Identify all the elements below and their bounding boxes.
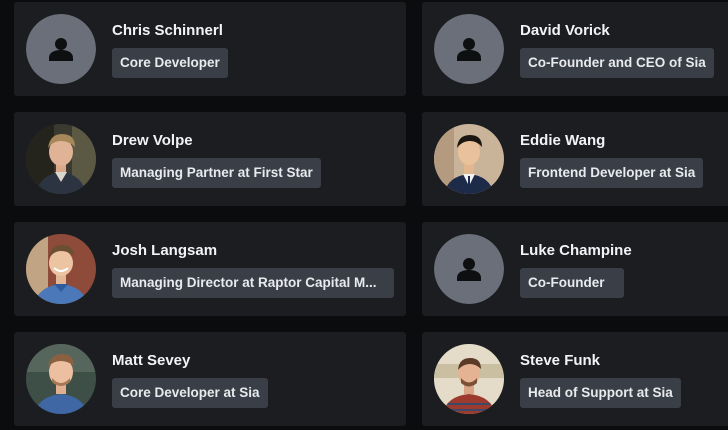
- member-name: Chris Schinnerl: [112, 22, 223, 39]
- member-photo: [26, 234, 96, 304]
- team-member-card[interactable]: Steve Funk Head of Support at Sia: [422, 332, 728, 426]
- team-member-card[interactable]: Matt Sevey Core Developer at Sia: [14, 332, 406, 426]
- team-grid: Chris Schinnerl Core Developer David Vor…: [0, 0, 728, 430]
- member-photo: [434, 344, 504, 414]
- member-role-badge: Co-Founder: [520, 268, 624, 298]
- member-role-badge: Core Developer: [112, 48, 228, 78]
- team-member-card[interactable]: Luke Champine Co-Founder: [422, 222, 728, 316]
- member-name: Steve Funk: [520, 352, 601, 369]
- default-avatar-icon: [26, 14, 96, 84]
- member-photo: [26, 124, 96, 194]
- member-role-badge: Frontend Developer at Sia: [520, 158, 704, 188]
- member-photo: [434, 124, 504, 194]
- default-avatar-icon: [434, 14, 504, 84]
- member-name: Drew Volpe: [112, 132, 193, 149]
- member-name: Josh Langsam: [112, 242, 218, 259]
- member-role-badge: Managing Partner at First Star: [112, 158, 321, 188]
- team-member-card[interactable]: Eddie Wang Frontend Developer at Sia: [422, 112, 728, 206]
- member-name: Matt Sevey: [112, 352, 191, 369]
- team-member-card[interactable]: David Vorick Co-Founder and CEO of Sia: [422, 2, 728, 96]
- member-name: Eddie Wang: [520, 132, 606, 149]
- default-avatar-icon: [434, 234, 504, 304]
- member-role-badge: Head of Support at Sia: [520, 378, 681, 408]
- team-member-card[interactable]: Josh Langsam Managing Director at Raptor…: [14, 222, 406, 316]
- member-role-badge: Core Developer at Sia: [112, 378, 268, 408]
- member-role-badge: Co-Founder and CEO of Sia: [520, 48, 714, 78]
- member-name: Luke Champine: [520, 242, 632, 259]
- team-member-card[interactable]: Drew Volpe Managing Partner at First Sta…: [14, 112, 406, 206]
- team-member-card[interactable]: Chris Schinnerl Core Developer: [14, 2, 406, 96]
- member-photo: [26, 344, 96, 414]
- member-name: David Vorick: [520, 22, 610, 39]
- member-role-badge: Managing Director at Raptor Capital M...: [112, 268, 394, 298]
